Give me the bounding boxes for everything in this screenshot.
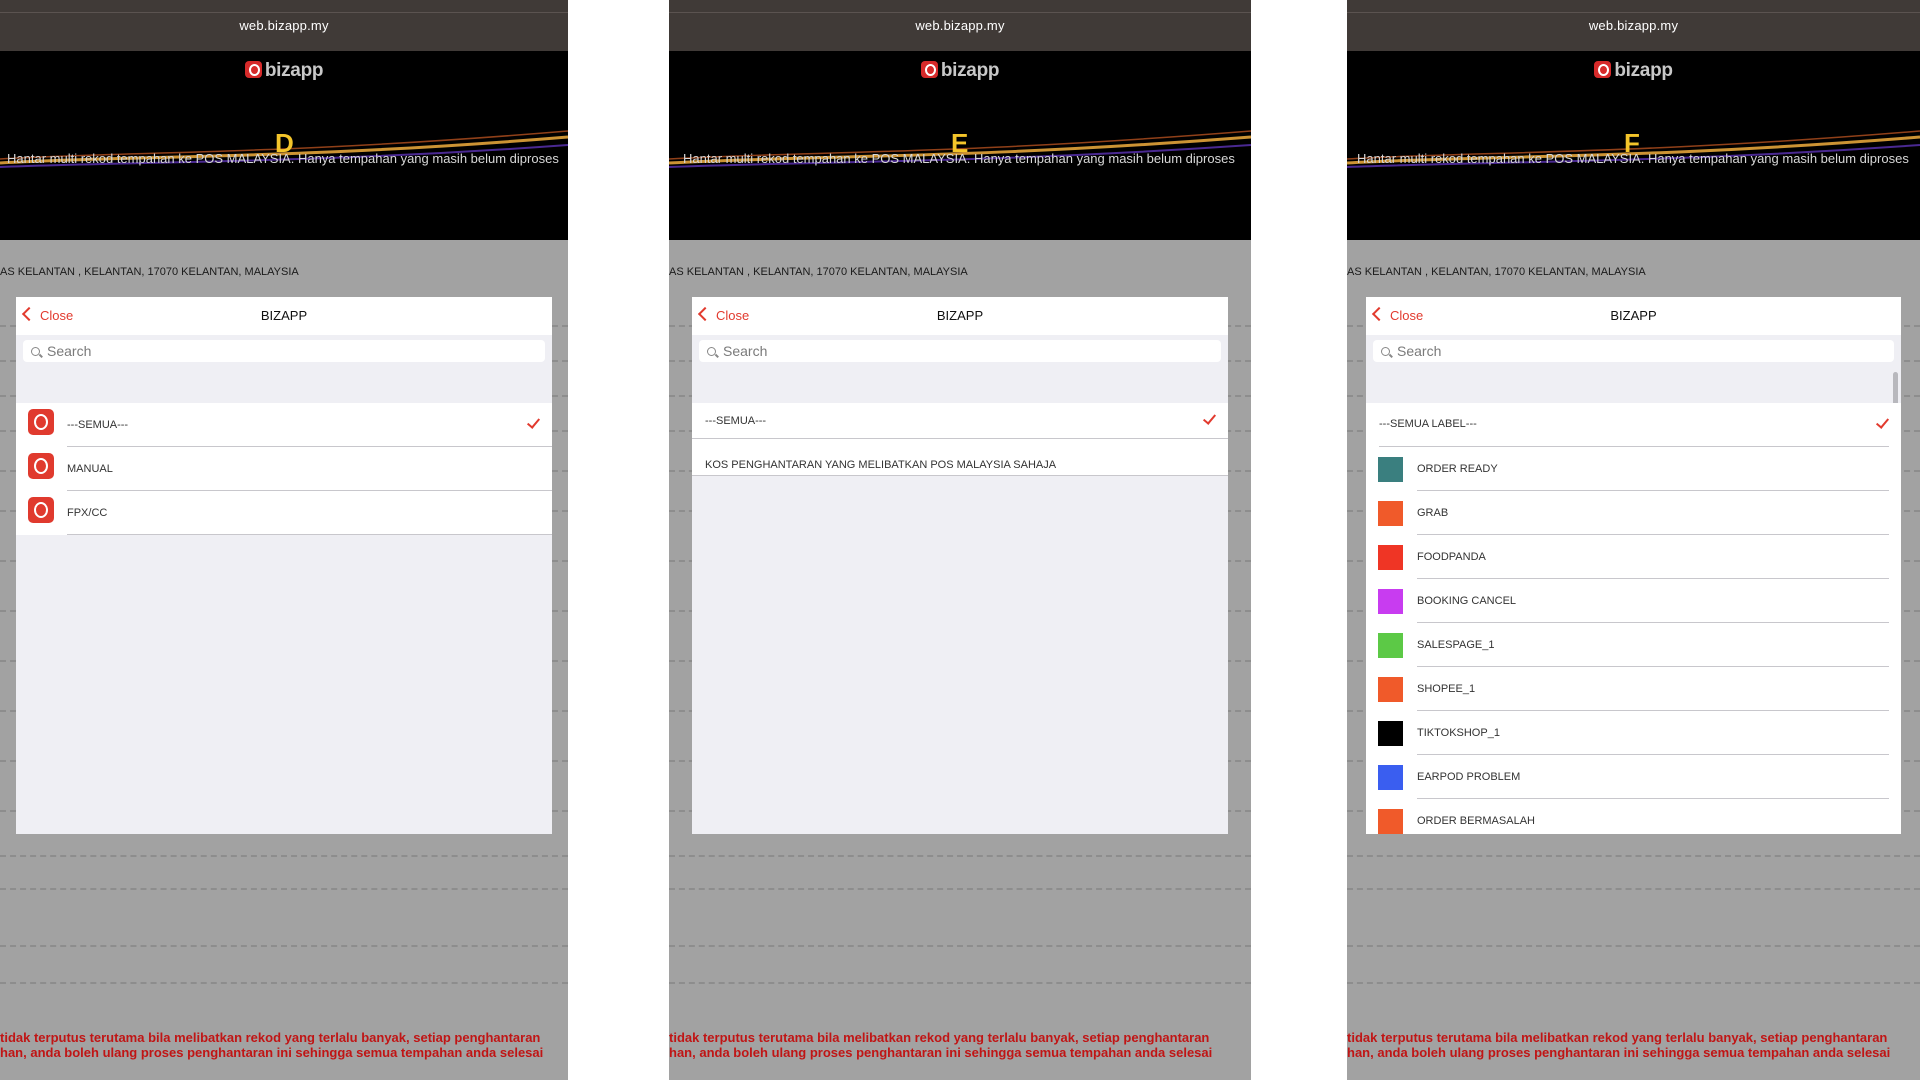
screen-e: web.bizapp.my bizapp E Hantar multi reko… (669, 0, 1251, 1080)
info-text-1: tidak terputus terutama bila melibatkan … (0, 1030, 541, 1045)
sheet-title: BIZAPP (260, 308, 308, 323)
list-item-label: ORDER BERMASALAH (1417, 815, 1535, 827)
header-banner: bizapp F Hantar multi rekod tempahan ke … (1347, 51, 1920, 240)
list-item[interactable]: ORDER READY (1366, 447, 1901, 491)
bizapp-logo: bizapp (0, 60, 568, 82)
info-text-1: tidak terputus terutama bila melibatkan … (669, 1030, 1210, 1045)
list-item[interactable]: ORDER BERMASALAH (1366, 799, 1901, 834)
checkmark-icon (526, 415, 541, 429)
bizapp-logo-icon (244, 61, 262, 78)
list-item[interactable]: FOODPANDA (1366, 535, 1901, 579)
bizapp-logo: bizapp (1347, 60, 1920, 82)
label-color-swatch (1378, 457, 1403, 482)
bizapp-logo: bizapp (669, 60, 1251, 82)
url-text: web.bizapp.my (1588, 18, 1679, 33)
sheet-header: Close BIZAPP (16, 297, 552, 337)
header-banner: bizapp E Hantar multi rekod tempahan ke … (669, 51, 1251, 240)
url-text: web.bizapp.my (239, 18, 329, 33)
list-item-label: ---SEMUA--- (67, 419, 129, 431)
bizapp-logo-icon (1594, 61, 1612, 78)
list-item[interactable]: BOOKING CANCEL (1366, 579, 1901, 623)
list-item-label: MANUAL (67, 463, 113, 475)
label-color-swatch (1378, 633, 1403, 658)
screen-f: web.bizapp.my bizapp F Hantar multi reko… (1347, 0, 1920, 1080)
list-item-label: KOS PENGHANTARAN YANG MELIBATKAN POS MAL… (705, 459, 1057, 471)
list-item[interactable]: SALESPAGE_1 (1366, 623, 1901, 667)
list-item[interactable]: FPX/CC (16, 491, 552, 535)
bizapp-app-icon (28, 497, 54, 523)
list-item-label: SHOPEE_1 (1417, 683, 1476, 695)
marquee-text: Hantar multi rekod tempahan ke POS MALAY… (683, 151, 1235, 166)
picker-sheet: Close BIZAPP ---SEMUA--- KOS PENGHANTARA… (692, 297, 1228, 834)
url-bar[interactable]: web.bizapp.my (669, 0, 1251, 52)
list-item-label: SALESPAGE_1 (1417, 639, 1495, 651)
label-color-swatch (1378, 721, 1403, 746)
search-icon (1381, 347, 1390, 356)
list-item-label: EARPOD PROBLEM (1417, 771, 1521, 783)
header-banner: bizapp D Hantar multi rekod tempahan ke … (0, 51, 568, 240)
search-bar (16, 335, 552, 371)
list-item[interactable]: KOS PENGHANTARAN YANG MELIBATKAN POS MAL… (692, 439, 1228, 476)
address-text: AS KELANTAN , KELANTAN, 17070 KELANTAN, … (1347, 266, 1646, 278)
search-input[interactable] (23, 340, 545, 362)
search-icon (31, 347, 40, 356)
label-color-swatch (1378, 589, 1403, 614)
checkmark-icon (1875, 415, 1890, 429)
address-text: AS KELANTAN , KELANTAN, 17070 KELANTAN, … (669, 266, 968, 278)
list-item[interactable]: SHOPEE_1 (1366, 667, 1901, 711)
label-color-swatch (1378, 501, 1403, 526)
search-icon (707, 347, 716, 356)
url-bar[interactable]: web.bizapp.my (0, 0, 568, 52)
list-item-label: ---SEMUA LABEL--- (1379, 418, 1477, 430)
list-item[interactable]: ---SEMUA--- (692, 403, 1228, 439)
list-item-label: ---SEMUA--- (705, 415, 767, 427)
bizapp-logo-icon (920, 61, 938, 78)
search-input[interactable] (699, 340, 1221, 362)
option-list: ---SEMUA LABEL--- ORDER READY GRAB FOODP… (1366, 403, 1901, 834)
list-item[interactable]: TIKTOKSHOP_1 (1366, 711, 1901, 755)
list-item[interactable]: EARPOD PROBLEM (1366, 755, 1901, 799)
info-text-2: han, anda boleh ulang proses penghantara… (669, 1045, 1213, 1060)
picker-sheet: Close BIZAPP ---SEMUA--- MANUAL FPX/CC (16, 297, 552, 834)
list-item-label: FPX/CC (67, 507, 108, 519)
bizapp-app-icon (28, 409, 54, 435)
bizapp-app-icon (28, 453, 54, 479)
picker-sheet: Close BIZAPP ---SEMUA LABEL--- ORDER REA… (1366, 297, 1901, 834)
label-color-swatch (1378, 765, 1403, 790)
list-item-label: FOODPANDA (1417, 551, 1486, 563)
option-list: ---SEMUA--- MANUAL FPX/CC (16, 403, 552, 834)
address-text: AS KELANTAN , KELANTAN, 17070 KELANTAN, … (0, 266, 299, 278)
label-color-swatch (1378, 545, 1403, 570)
list-item[interactable]: MANUAL (16, 447, 552, 491)
sheet-header: Close BIZAPP (1366, 297, 1901, 337)
sheet-header: Close BIZAPP (692, 297, 1228, 337)
label-color-swatch (1378, 677, 1403, 702)
list-item-label: TIKTOKSHOP_1 (1417, 727, 1500, 739)
sheet-title: BIZAPP (1610, 308, 1657, 323)
list-item-label: GRAB (1417, 507, 1449, 519)
search-bar (1366, 335, 1901, 371)
sheet-title: BIZAPP (936, 308, 984, 323)
list-item[interactable]: GRAB (1366, 491, 1901, 535)
search-input[interactable] (1373, 340, 1894, 362)
url-text: web.bizapp.my (915, 18, 1005, 33)
marquee-text: Hantar multi rekod tempahan ke POS MALAY… (7, 151, 559, 166)
checkmark-icon (1202, 411, 1217, 425)
info-text-2: han, anda boleh ulang proses penghantara… (0, 1045, 544, 1060)
option-list: ---SEMUA--- KOS PENGHANTARAN YANG MELIBA… (692, 403, 1228, 834)
label-color-swatch (1378, 809, 1403, 834)
list-item[interactable]: ---SEMUA--- (16, 403, 552, 447)
info-text-2: han, anda boleh ulang proses penghantara… (1347, 1045, 1891, 1060)
url-bar[interactable]: web.bizapp.my (1347, 0, 1920, 52)
screen-d: web.bizapp.my bizapp D Hantar multi reko… (0, 0, 568, 1080)
info-text-1: tidak terputus terutama bila melibatkan … (1347, 1030, 1888, 1045)
search-bar (692, 335, 1228, 371)
list-item-label: BOOKING CANCEL (1417, 595, 1517, 607)
marquee-text: Hantar multi rekod tempahan ke POS MALAY… (1357, 151, 1909, 166)
list-item[interactable]: ---SEMUA LABEL--- (1366, 403, 1901, 447)
list-item-label: ORDER READY (1417, 463, 1498, 475)
